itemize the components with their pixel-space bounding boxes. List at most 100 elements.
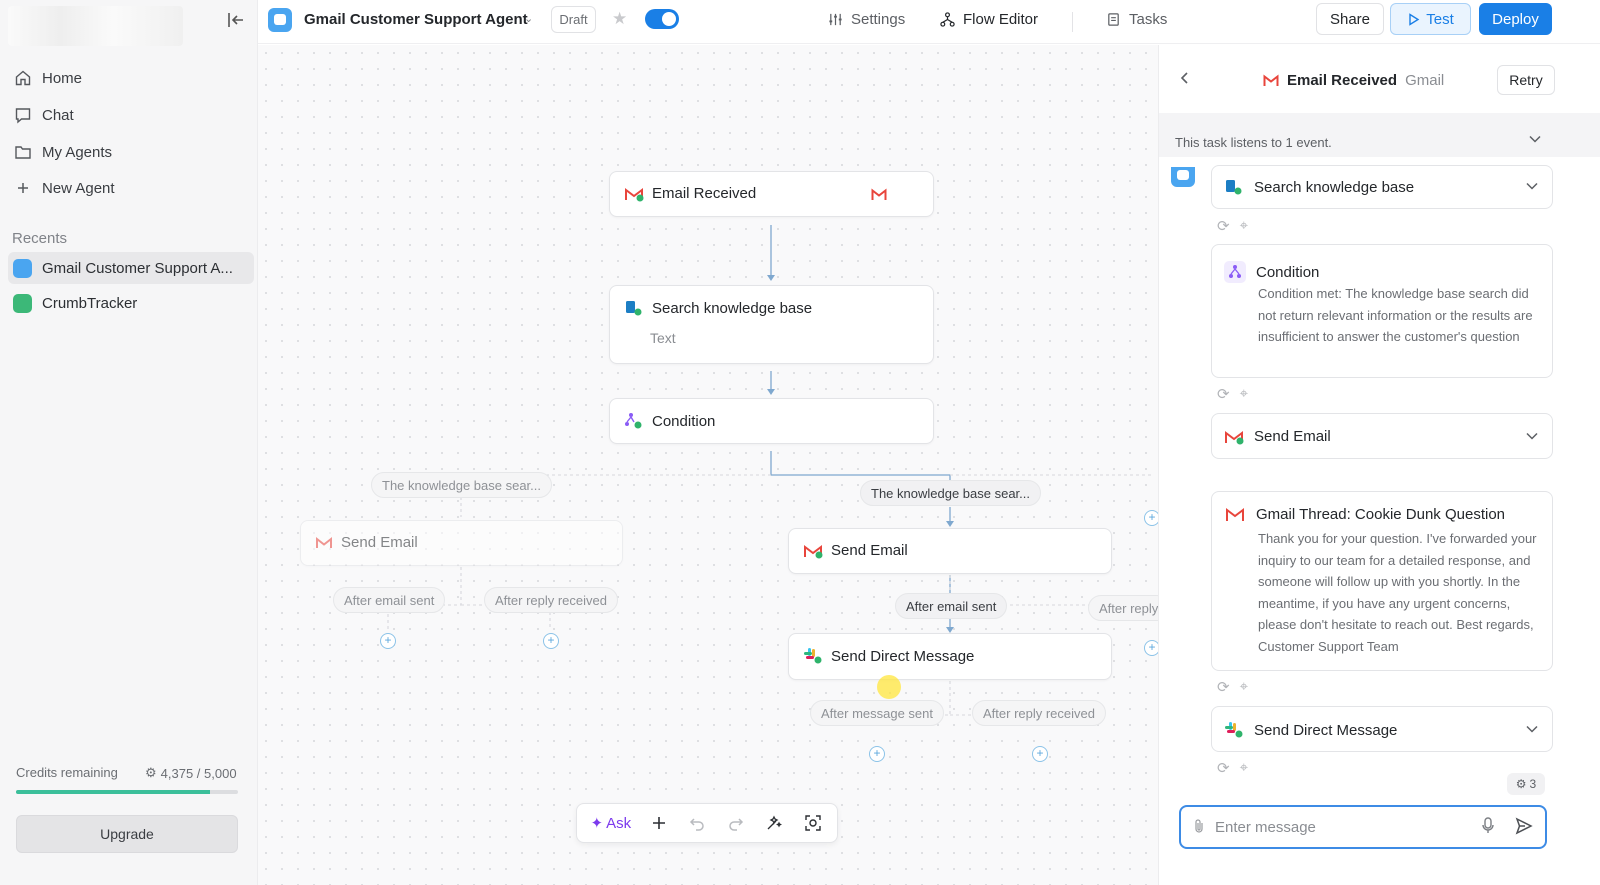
workspace-logo[interactable]: [8, 6, 183, 46]
agent-avatar-icon: [13, 258, 32, 278]
test-button[interactable]: Test: [1390, 3, 1471, 35]
node-title: Condition: [652, 412, 716, 430]
magic-wand-icon: [767, 815, 783, 830]
add-step-icon[interactable]: +: [1032, 746, 1048, 762]
paperclip-icon[interactable]: [1193, 818, 1205, 837]
enable-toggle[interactable]: [645, 9, 679, 29]
refresh-icon[interactable]: ⟳: [1217, 759, 1230, 777]
add-step-icon[interactable]: +: [380, 633, 396, 649]
add-node-button[interactable]: [641, 807, 677, 839]
recent-crumbtracker[interactable]: CrumbTracker: [8, 287, 254, 319]
gmail-icon: [871, 188, 887, 200]
retry-button[interactable]: Retry: [1497, 65, 1555, 95]
undo-button[interactable]: [679, 807, 715, 839]
fit-view-button[interactable]: [795, 807, 831, 839]
crosshair-icon[interactable]: ⌖: [1240, 678, 1248, 696]
step-card-condition[interactable]: Condition Condition met: The knowledge b…: [1211, 244, 1553, 378]
node-send-email-right[interactable]: Send Email: [788, 528, 1112, 574]
node-email-received[interactable]: Email Received: [609, 171, 934, 217]
node-send-direct-message[interactable]: Send Direct Message: [788, 633, 1112, 680]
node-title: Send Email: [341, 534, 418, 551]
sparkle-icon: ✦: [590, 815, 604, 832]
star-icon[interactable]: ★: [612, 9, 627, 29]
credits-progress-fill: [16, 790, 211, 794]
card-title: Send Direct Message: [1254, 721, 1398, 739]
gmail-thread-card[interactable]: Gmail Thread: Cookie Dunk Question Thank…: [1211, 491, 1553, 671]
condition-result-text: Condition met: The knowledge base search…: [1258, 286, 1533, 344]
agent-avatar-icon: [1171, 167, 1195, 187]
add-step-icon[interactable]: +: [1144, 640, 1158, 656]
crosshair-icon[interactable]: ⌖: [1240, 217, 1248, 235]
share-button[interactable]: Share: [1316, 3, 1384, 35]
branch-label-left[interactable]: The knowledge base sear...: [371, 472, 552, 498]
add-step-icon[interactable]: +: [1144, 510, 1158, 526]
step-card-send-dm[interactable]: Send Direct Message: [1211, 706, 1553, 752]
refresh-icon[interactable]: ⟳: [1217, 678, 1230, 696]
chevron-down-icon[interactable]: [1526, 178, 1538, 193]
after-reply-received-dm[interactable]: After reply received: [972, 700, 1106, 726]
chevron-down-icon[interactable]: [1529, 131, 1541, 146]
left-after-email-sent[interactable]: After email sent: [333, 587, 446, 613]
step-actions: ⟳ ⌖: [1217, 385, 1248, 403]
crosshair-icon[interactable]: ⌖: [1240, 385, 1248, 403]
step-actions: ⟳ ⌖: [1217, 759, 1248, 777]
nav-my-agents[interactable]: My Agents: [12, 136, 248, 168]
microphone-icon[interactable]: [1481, 817, 1495, 838]
node-search-knowledge-base[interactable]: Search knowledge base Text: [609, 285, 934, 364]
send-icon[interactable]: [1515, 817, 1533, 838]
draft-badge: Draft: [551, 6, 596, 33]
tab-settings-label: Settings: [851, 11, 906, 28]
agent-title[interactable]: Gmail Customer Support Agent: [304, 11, 528, 28]
upgrade-button[interactable]: Upgrade: [16, 815, 238, 853]
chevron-down-icon[interactable]: [1526, 428, 1538, 443]
branch-label-right[interactable]: The knowledge base sear...: [860, 480, 1041, 506]
chevron-down-icon[interactable]: ⌄: [524, 12, 533, 25]
tab-tasks[interactable]: Tasks: [1106, 11, 1167, 28]
card-title: Search knowledge base: [1254, 178, 1415, 196]
test-run-panel: Email Received Gmail Retry This task lis…: [1158, 45, 1600, 885]
nav-new-agent[interactable]: New Agent: [12, 172, 248, 204]
chevron-down-icon[interactable]: [1526, 721, 1538, 736]
right-after-reply[interactable]: After reply: [1088, 595, 1158, 621]
after-message-sent[interactable]: After message sent: [810, 700, 944, 726]
folder-icon: [15, 146, 31, 159]
nav-chat[interactable]: Chat: [12, 99, 248, 131]
message-input[interactable]: [1215, 816, 1465, 838]
step-card-search[interactable]: Search knowledge base: [1211, 165, 1553, 209]
node-send-email-left[interactable]: Send Email: [300, 520, 623, 566]
ask-button[interactable]: ✦ Ask: [583, 807, 639, 839]
recent-gmail-agent[interactable]: Gmail Customer Support A...: [8, 252, 254, 284]
tab-settings[interactable]: Settings: [828, 11, 905, 28]
crosshair-icon[interactable]: ⌖: [1240, 759, 1248, 777]
add-step-icon[interactable]: +: [543, 633, 559, 649]
gmail-icon: [804, 544, 823, 558]
condition-icon: [1224, 261, 1246, 283]
add-step-icon[interactable]: +: [869, 746, 885, 762]
right-after-email-sent[interactable]: After email sent: [895, 593, 1008, 619]
gmail-icon: [1263, 74, 1279, 86]
panel-subtitle: Gmail: [1405, 72, 1445, 89]
tasks-icon: [1108, 13, 1119, 26]
cursor-highlight: [877, 675, 901, 699]
back-chevron-icon[interactable]: [1179, 71, 1191, 90]
node-subtitle: Text: [650, 330, 676, 346]
left-after-reply-received[interactable]: After reply received: [484, 587, 618, 613]
auto-layout-button[interactable]: [756, 807, 792, 839]
credits-coin-icon: ⚙: [145, 765, 157, 780]
flow-canvas[interactable]: Email Received Search knowledge base Tex…: [258, 45, 1158, 885]
gmail-icon: [625, 187, 644, 201]
credits-amount: 4,375 / 5,000: [160, 765, 237, 781]
node-condition[interactable]: Condition: [609, 398, 934, 444]
refresh-icon[interactable]: ⟳: [1217, 385, 1230, 403]
nav-home[interactable]: Home: [12, 62, 248, 94]
recent-label: Gmail Customer Support A...: [42, 259, 233, 277]
chat-icon: [15, 108, 31, 124]
step-actions: ⟳ ⌖: [1217, 678, 1248, 696]
tab-flow-editor[interactable]: Flow Editor: [940, 11, 1038, 28]
collapse-sidebar-icon[interactable]: [224, 10, 248, 34]
redo-button[interactable]: [718, 807, 754, 839]
deploy-button[interactable]: Deploy: [1479, 3, 1552, 35]
panel-title: Email Received Gmail: [1263, 72, 1444, 89]
step-card-send-email[interactable]: Send Email: [1211, 413, 1553, 459]
refresh-icon[interactable]: ⟳: [1217, 217, 1230, 235]
